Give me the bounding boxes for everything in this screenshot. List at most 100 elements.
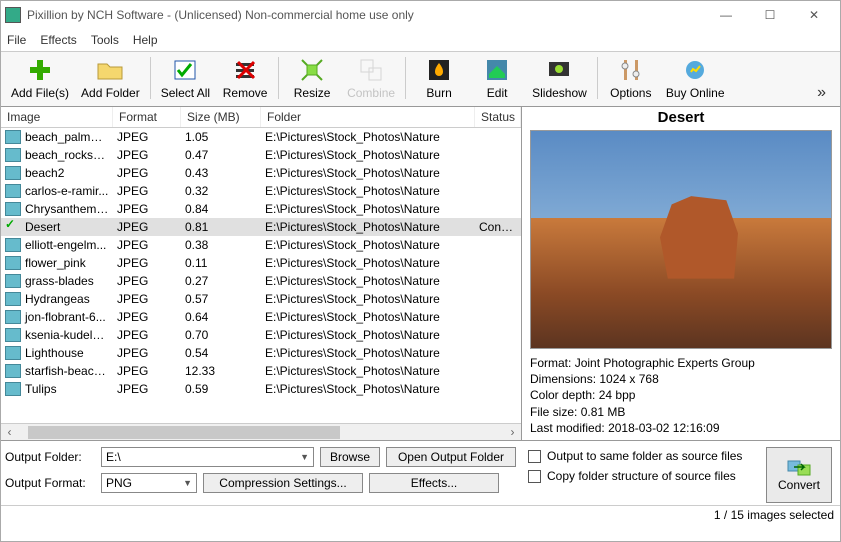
table-row[interactable]: grass-bladesJPEG0.27E:\Pictures\Stock_Ph… — [1, 272, 521, 290]
image-thumb-icon — [5, 184, 21, 198]
table-row[interactable]: LighthouseJPEG0.54E:\Pictures\Stock_Phot… — [1, 344, 521, 362]
cell-fmt: JPEG — [113, 166, 181, 180]
table-row[interactable]: beach_rocks_...JPEG0.47E:\Pictures\Stock… — [1, 146, 521, 164]
add-files-button[interactable]: Add File(s) — [5, 54, 75, 102]
header-status[interactable]: Status — [475, 107, 521, 127]
cell-size: 0.84 — [181, 202, 261, 216]
table-row[interactable]: jon-flobrant-6...JPEG0.64E:\Pictures\Sto… — [1, 308, 521, 326]
output-settings: Output Folder: E:\ ▼ Browse Open Output … — [5, 447, 516, 503]
select-all-button[interactable]: Select All — [155, 54, 216, 102]
cell-name: elliott-engelm... — [21, 238, 113, 252]
image-thumb-icon — [5, 256, 21, 270]
browse-button[interactable]: Browse — [320, 447, 380, 467]
header-folder[interactable]: Folder — [261, 107, 475, 127]
cell-name: starfish-beach... — [21, 364, 113, 378]
cell-fmt: JPEG — [113, 364, 181, 378]
slideshow-button[interactable]: Slideshow — [526, 54, 593, 102]
header-size[interactable]: Size (MB) — [181, 107, 261, 127]
table-row[interactable]: beach_palm_t...JPEG1.05E:\Pictures\Stock… — [1, 128, 521, 146]
scrollbar-thumb[interactable] — [28, 426, 340, 439]
checkbox-icon — [528, 470, 541, 483]
cell-status: Conver — [475, 220, 521, 234]
remove-icon — [231, 56, 259, 84]
open-output-folder-button[interactable]: Open Output Folder — [386, 447, 516, 467]
table-row[interactable]: carlos-e-ramir...JPEG0.32E:\Pictures\Sto… — [1, 182, 521, 200]
table-row[interactable]: flower_pinkJPEG0.11E:\Pictures\Stock_Pho… — [1, 254, 521, 272]
maximize-button[interactable]: ☐ — [748, 3, 792, 27]
burn-button[interactable]: Burn — [410, 54, 468, 102]
cell-fmt: JPEG — [113, 292, 181, 306]
scroll-right-icon[interactable]: › — [504, 425, 521, 439]
burn-icon — [425, 56, 453, 84]
cell-name: ksenia-kudelki... — [21, 328, 113, 342]
cell-size: 0.59 — [181, 382, 261, 396]
menu-file[interactable]: File — [7, 33, 26, 47]
copy-folder-structure-checkbox[interactable]: Copy folder structure of source files — [528, 469, 750, 483]
table-row[interactable]: beach2JPEG0.43E:\Pictures\Stock_Photos\N… — [1, 164, 521, 182]
cell-size: 12.33 — [181, 364, 261, 378]
image-thumb-icon — [5, 382, 21, 396]
cell-fmt: JPEG — [113, 202, 181, 216]
table-row[interactable]: elliott-engelm...JPEG0.38E:\Pictures\Sto… — [1, 236, 521, 254]
combine-icon — [357, 56, 385, 84]
table-row[interactable]: HydrangeasJPEG0.57E:\Pictures\Stock_Phot… — [1, 290, 521, 308]
output-format-dropdown[interactable]: PNG ▼ — [101, 473, 197, 493]
output-folder-dropdown[interactable]: E:\ ▼ — [101, 447, 314, 467]
resize-icon — [298, 56, 326, 84]
compression-settings-button[interactable]: Compression Settings... — [203, 473, 363, 493]
image-thumb-icon — [5, 310, 21, 324]
plus-icon — [26, 56, 54, 84]
effects-button[interactable]: Effects... — [369, 473, 499, 493]
add-folder-button[interactable]: Add Folder — [75, 54, 146, 102]
toolbar-overflow-button[interactable]: » — [807, 84, 836, 102]
toolbar: Add File(s) Add Folder Select All Remove… — [1, 51, 840, 107]
cell-name: Desert — [21, 220, 113, 234]
header-format[interactable]: Format — [113, 107, 181, 127]
convert-button[interactable]: Convert — [766, 447, 832, 503]
image-thumb-icon — [5, 274, 21, 288]
cell-folder: E:\Pictures\Stock_Photos\Nature — [261, 148, 475, 162]
output-folder-label: Output Folder: — [5, 450, 95, 464]
cell-folder: E:\Pictures\Stock_Photos\Nature — [261, 256, 475, 270]
table-row[interactable]: TulipsJPEG0.59E:\Pictures\Stock_Photos\N… — [1, 380, 521, 398]
slideshow-icon — [545, 56, 573, 84]
table-row[interactable]: ChrysanthemumJPEG0.84E:\Pictures\Stock_P… — [1, 200, 521, 218]
menu-effects[interactable]: Effects — [40, 33, 76, 47]
preview-title: Desert — [522, 107, 840, 128]
menu-help[interactable]: Help — [133, 33, 158, 47]
cell-size: 0.27 — [181, 274, 261, 288]
cell-name: flower_pink — [21, 256, 113, 270]
image-thumb-icon — [5, 202, 21, 216]
preview-metadata: Format: Joint Photographic Experts Group… — [530, 355, 832, 436]
combine-button: Combine — [341, 54, 401, 102]
minimize-button[interactable]: — — [704, 3, 748, 27]
menu-tools[interactable]: Tools — [91, 33, 119, 47]
remove-button[interactable]: Remove — [216, 54, 274, 102]
table-row[interactable]: starfish-beach...JPEG12.33E:\Pictures\St… — [1, 362, 521, 380]
edit-button[interactable]: Edit — [468, 54, 526, 102]
horizontal-scrollbar[interactable]: ‹ › — [1, 423, 521, 440]
cart-icon — [681, 56, 709, 84]
image-thumb-icon — [5, 238, 21, 252]
cell-name: grass-blades — [21, 274, 113, 288]
close-button[interactable]: ✕ — [792, 3, 836, 27]
cell-name: carlos-e-ramir... — [21, 184, 113, 198]
options-icon — [617, 56, 645, 84]
cell-name: beach2 — [21, 166, 113, 180]
image-thumb-icon — [5, 346, 21, 360]
cell-fmt: JPEG — [113, 148, 181, 162]
output-same-folder-checkbox[interactable]: Output to same folder as source files — [528, 449, 750, 463]
table-row[interactable]: ksenia-kudelki...JPEG0.70E:\Pictures\Sto… — [1, 326, 521, 344]
image-thumb-icon — [5, 292, 21, 306]
scroll-left-icon[interactable]: ‹ — [1, 425, 18, 439]
table-row[interactable]: ✓DesertJPEG0.81E:\Pictures\Stock_Photos\… — [1, 218, 521, 236]
buy-online-button[interactable]: Buy Online — [660, 54, 731, 102]
resize-button[interactable]: Resize — [283, 54, 341, 102]
options-button[interactable]: Options — [602, 54, 660, 102]
cell-fmt: JPEG — [113, 184, 181, 198]
header-image[interactable]: Image — [1, 107, 113, 127]
cell-name: Hydrangeas — [21, 292, 113, 306]
image-thumb-icon — [5, 166, 21, 180]
cell-folder: E:\Pictures\Stock_Photos\Nature — [261, 184, 475, 198]
folder-icon — [96, 56, 124, 84]
